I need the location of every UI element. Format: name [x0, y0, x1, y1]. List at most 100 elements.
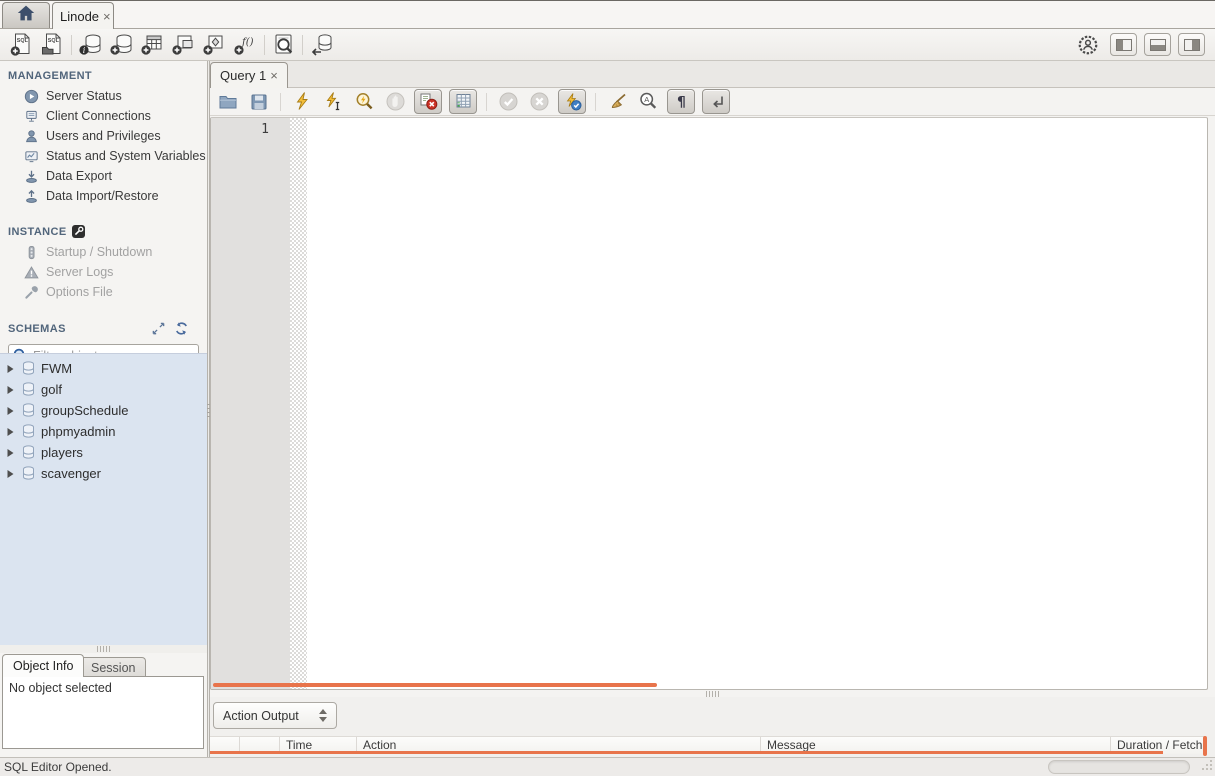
beautify-button[interactable] — [605, 90, 629, 114]
save-script-button[interactable] — [247, 90, 271, 114]
sidebar-item-label: Status and System Variables — [46, 149, 206, 163]
toggle-output-area-button[interactable] — [1144, 33, 1171, 56]
user-gear-icon — [1078, 35, 1097, 54]
query-tab-label: Query 1 — [220, 68, 267, 83]
show-invisibles-button[interactable]: ¶ — [667, 89, 695, 114]
expand-caret-icon[interactable] — [6, 406, 16, 416]
execute-current-statement-button[interactable] — [321, 90, 345, 114]
expand-caret-icon[interactable] — [6, 469, 16, 479]
sidebar-item-users-and-privileges[interactable]: Users and Privileges — [0, 126, 207, 146]
schemas-section-title: SCHEMAS — [0, 312, 207, 340]
toggle-right-sidebar-button[interactable] — [1178, 33, 1205, 56]
tab-session[interactable]: Session — [80, 657, 147, 677]
sidebar-item-data-export[interactable]: Data Export — [0, 166, 207, 186]
schema-row-scavenger[interactable]: scavenger — [0, 463, 207, 484]
sidebar-item-label: Server Logs — [46, 265, 114, 279]
editor-fold-margin — [290, 118, 307, 689]
stop-hand-icon — [386, 92, 404, 111]
inspect-database-icon: i — [78, 34, 100, 55]
expand-caret-icon[interactable] — [6, 364, 16, 374]
output-horizontal-scrollbar[interactable] — [210, 751, 1163, 754]
toggle-left-sidebar-button[interactable] — [1110, 33, 1137, 56]
database-icon — [23, 466, 34, 480]
execute-button[interactable] — [290, 90, 314, 114]
reconnect-dbms-icon — [311, 34, 331, 56]
close-icon[interactable]: × — [270, 69, 278, 82]
sql-editor-toolbar: A ¶ — [210, 88, 1215, 116]
mysql-workbench-window: Linode × SQL SQL i f() MANAGEMENT Server… — [0, 0, 1215, 776]
expand-caret-icon[interactable] — [6, 427, 16, 437]
home-tab[interactable] — [2, 2, 50, 28]
sidebar-horizontal-splitter[interactable] — [0, 645, 207, 653]
sidebar-item-client-connections[interactable]: Client Connections — [0, 106, 207, 126]
toggle-right-sidebar-icon — [1183, 38, 1200, 51]
expand-caret-icon[interactable] — [6, 448, 16, 458]
expand-caret-icon[interactable] — [6, 385, 16, 395]
output-panel: Action Output Time Action Message Durati… — [210, 697, 1215, 757]
open-sql-script-icon: SQL — [41, 33, 60, 55]
startup-shutdown-icon — [23, 245, 39, 260]
user-gear-button[interactable] — [1072, 31, 1103, 58]
sidebar-item-label: Client Connections — [46, 109, 151, 123]
sidebar-item-startup-shutdown[interactable]: Startup / Shutdown — [0, 242, 207, 262]
toggle-stop-on-error-button[interactable] — [414, 89, 442, 114]
window-tab-bar: Linode × — [0, 1, 1215, 29]
tab-object-info[interactable]: Object Info — [2, 654, 85, 677]
svg-text:SQL: SQL — [47, 38, 59, 44]
sidebar-item-server-status[interactable]: Server Status — [0, 86, 207, 106]
inspect-database-button[interactable]: i — [75, 31, 106, 58]
sidebar-item-status-system-variables[interactable]: Status and System Variables — [0, 146, 207, 166]
close-icon[interactable]: × — [103, 10, 111, 23]
open-sql-script-button[interactable]: SQL — [37, 31, 68, 58]
sidebar-item-options-file[interactable]: Options File — [0, 282, 207, 302]
explain-button[interactable] — [352, 90, 376, 114]
create-table-button[interactable] — [137, 31, 168, 58]
find-button[interactable]: A — [636, 90, 660, 114]
window-resize-grip[interactable] — [1199, 757, 1214, 775]
create-schema-button[interactable] — [106, 31, 137, 58]
open-sql-file-button[interactable] — [216, 90, 240, 114]
toggle-autocommit-button[interactable] — [558, 89, 586, 114]
schema-row-groupschedule[interactable]: groupSchedule — [0, 400, 207, 421]
schemas-actions — [151, 321, 199, 336]
editor-horizontal-scrollbar[interactable] — [213, 683, 657, 687]
server-logs-icon — [23, 265, 39, 280]
toggle-output-area-icon — [1149, 38, 1166, 51]
create-stored-procedure-button[interactable] — [199, 31, 230, 58]
schema-row-fwm[interactable]: FWM — [0, 358, 207, 379]
find-magnifier-icon: A — [639, 92, 656, 109]
splitter-grip — [96, 646, 111, 652]
navigator-sidebar: MANAGEMENT Server Status Client Connecti… — [0, 61, 207, 757]
create-schema-icon — [109, 34, 131, 55]
output-vertical-scrollbar[interactable] — [1203, 736, 1207, 756]
sidebar-item-data-import[interactable]: Data Import/Restore — [0, 186, 207, 206]
expand-schemas-icon[interactable] — [151, 321, 166, 336]
new-sql-tab-button[interactable]: SQL — [6, 31, 37, 58]
commit-button[interactable] — [496, 90, 520, 114]
line-number: 1 — [261, 122, 269, 137]
tab-query-1[interactable]: Query 1 × — [210, 62, 288, 88]
search-table-data-button[interactable] — [268, 31, 299, 58]
connection-tab-linode[interactable]: Linode × — [52, 2, 114, 29]
svg-text:SQL: SQL — [16, 38, 28, 44]
output-type-select[interactable]: Action Output — [213, 702, 337, 729]
limit-rows-button[interactable] — [449, 89, 477, 114]
reconnect-dbms-button[interactable] — [306, 31, 337, 58]
refresh-schemas-icon[interactable] — [174, 321, 189, 336]
sidebar-item-server-logs[interactable]: Server Logs — [0, 262, 207, 282]
sql-editor[interactable]: 1 — [210, 117, 1208, 690]
limit-rows-grid-icon — [456, 94, 470, 108]
schema-row-phpmyadmin[interactable]: phpmyadmin — [0, 421, 207, 442]
toggle-word-wrap-button[interactable] — [702, 89, 730, 114]
rollback-button[interactable] — [527, 90, 551, 114]
resize-grip-icon — [1202, 760, 1212, 770]
create-view-button[interactable] — [168, 31, 199, 58]
schema-row-players[interactable]: players — [0, 442, 207, 463]
schema-row-golf[interactable]: golf — [0, 379, 207, 400]
stop-button[interactable] — [383, 90, 407, 114]
toolbar-separator — [264, 34, 265, 55]
create-function-button[interactable]: f() — [230, 31, 261, 58]
tab-label: Session — [91, 660, 136, 675]
status-variables-icon — [23, 149, 39, 164]
object-info-tabbar: Object Info Session — [0, 653, 207, 677]
